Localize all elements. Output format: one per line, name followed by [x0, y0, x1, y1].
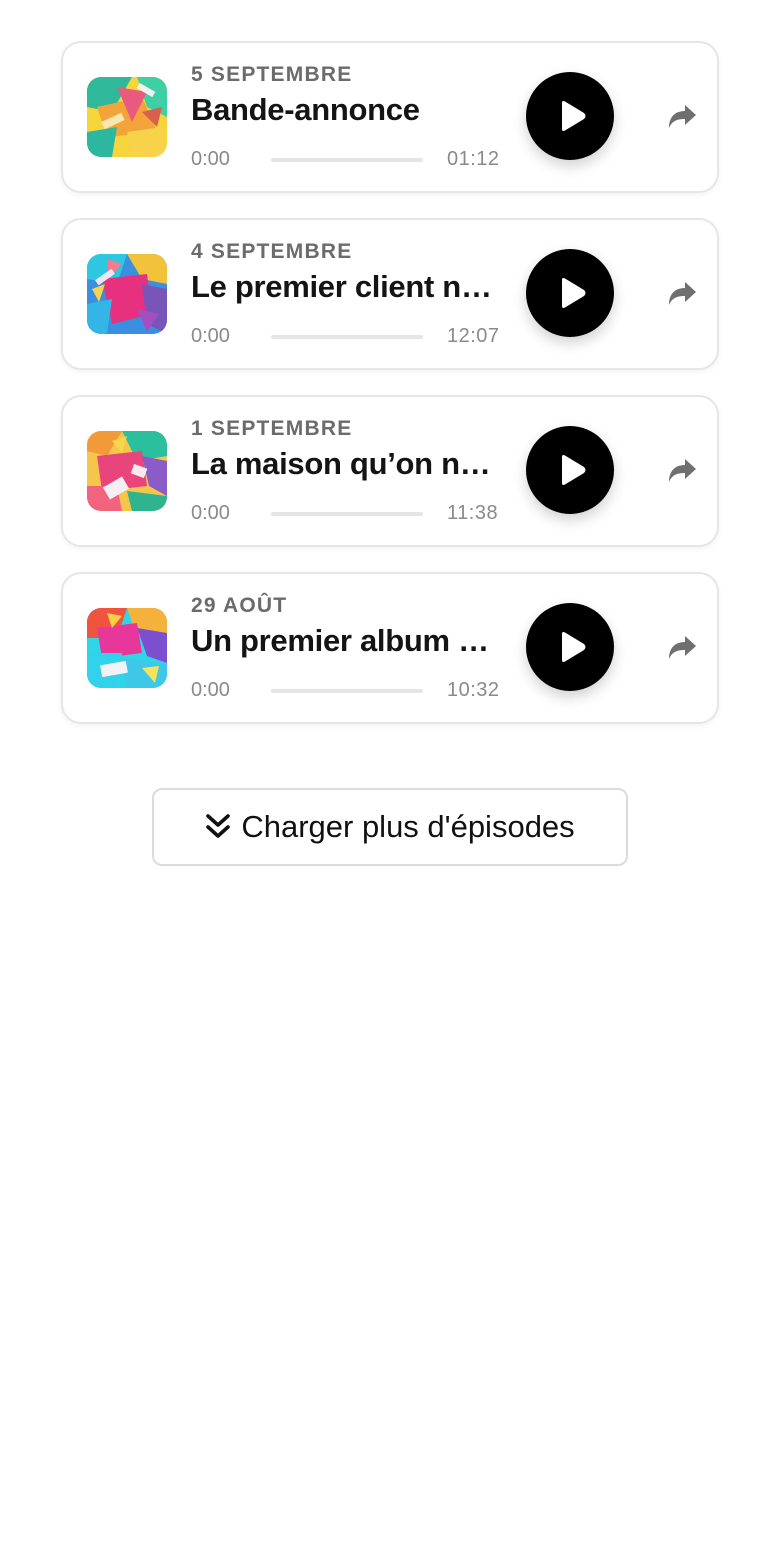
episode-duration: 11:38: [447, 502, 499, 524]
cover-art-icon: [87, 77, 167, 157]
episode-duration: 01:12: [447, 148, 500, 170]
episode-card: 4 SEPTEMBRE Le premier client n… 0:00 12…: [61, 218, 719, 370]
share-button[interactable]: [666, 457, 698, 485]
progress-bar[interactable]: [271, 158, 423, 162]
share-icon: [669, 459, 696, 482]
share-icon: [669, 636, 696, 659]
share-button[interactable]: [666, 634, 698, 662]
episode-title[interactable]: La maison qu’on n…: [191, 446, 499, 482]
share-button[interactable]: [666, 103, 698, 131]
episode-card: 29 AOÛT Un premier album … 0:00 10:32: [61, 572, 719, 724]
cover-art-icon: [87, 608, 167, 688]
cover-art-icon: [87, 431, 167, 511]
episode-list: 5 SEPTEMBRE Bande-annonce 0:00 01:12 4 S…: [61, 41, 719, 749]
episode-date: 5 SEPTEMBRE: [191, 63, 353, 86]
play-button[interactable]: [526, 603, 614, 691]
progress-bar[interactable]: [271, 689, 423, 693]
episode-page: 5 SEPTEMBRE Bande-annonce 0:00 01:12 4 S…: [0, 0, 780, 1544]
episode-date: 4 SEPTEMBRE: [191, 240, 353, 263]
episode-title[interactable]: Le premier client n…: [191, 269, 499, 305]
current-time: 0:00: [191, 679, 230, 701]
current-time: 0:00: [191, 325, 230, 347]
play-button[interactable]: [526, 249, 614, 337]
episode-card: 5 SEPTEMBRE Bande-annonce 0:00 01:12: [61, 41, 719, 193]
load-more-button[interactable]: Charger plus d'épisodes: [152, 788, 628, 866]
share-icon: [669, 282, 696, 305]
episode-date: 1 SEPTEMBRE: [191, 417, 353, 440]
episode-duration: 12:07: [447, 325, 500, 347]
progress-bar[interactable]: [271, 512, 423, 516]
share-icon: [669, 105, 696, 128]
episode-card: 1 SEPTEMBRE La maison qu’on n… 0:00 11:3…: [61, 395, 719, 547]
play-icon: [562, 278, 586, 308]
progress-bar[interactable]: [271, 335, 423, 339]
current-time: 0:00: [191, 148, 230, 170]
play-icon: [562, 101, 586, 131]
share-button[interactable]: [666, 280, 698, 308]
double-chevron-down-icon: [205, 813, 231, 841]
episode-title[interactable]: Bande-annonce: [191, 92, 499, 128]
load-more-label: Charger plus d'épisodes: [241, 809, 575, 844]
play-icon: [562, 632, 586, 662]
current-time: 0:00: [191, 502, 230, 524]
episode-title[interactable]: Un premier album …: [191, 623, 499, 659]
episode-date: 29 AOÛT: [191, 594, 288, 617]
play-button[interactable]: [526, 72, 614, 160]
cover-art-icon: [87, 254, 167, 334]
play-button[interactable]: [526, 426, 614, 514]
episode-duration: 10:32: [447, 679, 500, 701]
play-icon: [562, 455, 586, 485]
